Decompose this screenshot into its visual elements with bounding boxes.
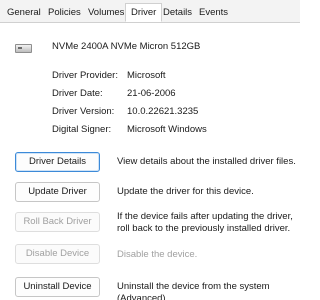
update-driver-description: Update the driver for this device. bbox=[117, 186, 254, 197]
driver-date-label: Driver Date: bbox=[52, 88, 103, 99]
digital-signer-value: Microsoft Windows bbox=[127, 124, 207, 135]
driver-date-value: 21-06-2006 bbox=[127, 88, 176, 99]
tab-general[interactable]: General bbox=[7, 7, 41, 22]
roll-back-driver-button[interactable]: Roll Back Driver bbox=[15, 212, 100, 232]
roll-back-driver-description: If the device fails after updating the d… bbox=[117, 211, 293, 234]
disable-device-description: Disable the device. bbox=[117, 249, 198, 260]
driver-provider-value: Microsoft bbox=[127, 70, 166, 81]
driver-version-label: Driver Version: bbox=[52, 106, 115, 117]
driver-version-value: 10.0.22621.3235 bbox=[127, 106, 199, 117]
tab-bar: General Policies Volumes Driver Details … bbox=[0, 0, 300, 23]
driver-provider-label: Driver Provider: bbox=[52, 70, 118, 81]
drive-icon bbox=[15, 44, 32, 53]
driver-details-description: View details about the installed driver … bbox=[117, 156, 296, 167]
driver-details-button[interactable]: Driver Details bbox=[15, 152, 100, 172]
update-driver-button[interactable]: Update Driver bbox=[15, 182, 100, 202]
digital-signer-label: Digital Signer: bbox=[52, 124, 112, 135]
tab-driver[interactable]: Driver bbox=[125, 3, 163, 22]
tab-volumes[interactable]: Volumes bbox=[88, 7, 124, 22]
uninstall-device-button[interactable]: Uninstall Device bbox=[15, 277, 100, 297]
disable-device-button[interactable]: Disable Device bbox=[15, 244, 100, 264]
tab-details[interactable]: Details bbox=[163, 7, 192, 22]
tab-events[interactable]: Events bbox=[199, 7, 228, 22]
device-name: NVMe 2400A NVMe Micron 512GB bbox=[52, 41, 201, 52]
tab-policies[interactable]: Policies bbox=[48, 7, 81, 22]
uninstall-device-description: Uninstall the device from the system (Ad… bbox=[117, 281, 270, 300]
